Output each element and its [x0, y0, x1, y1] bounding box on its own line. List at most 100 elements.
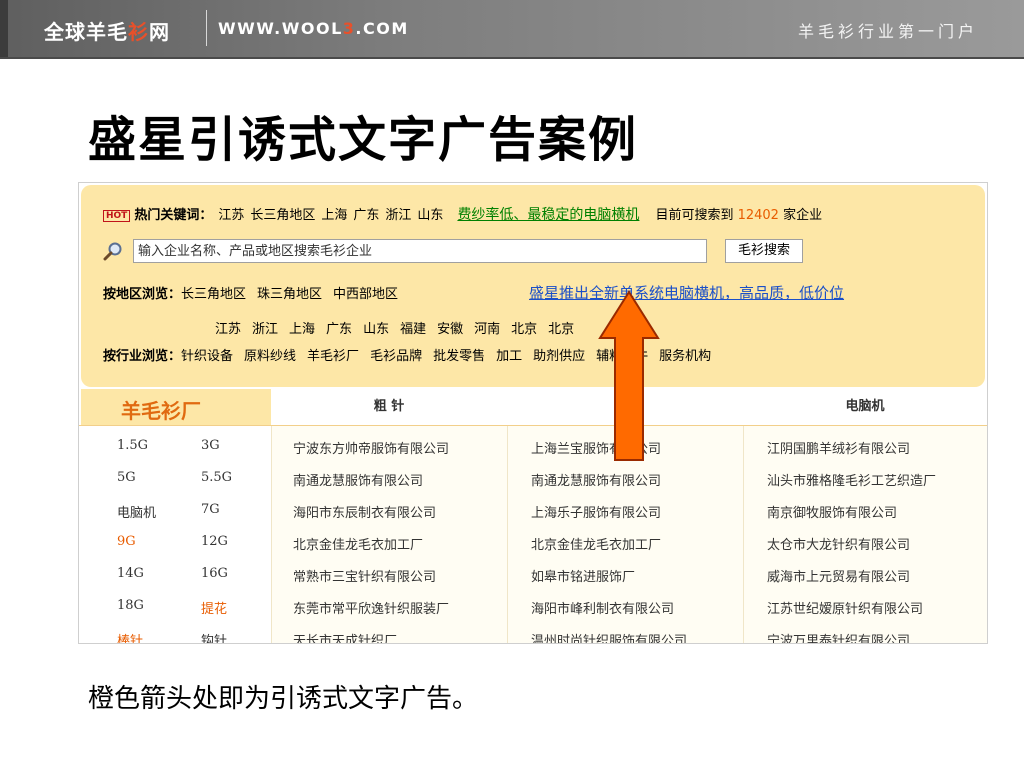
- region-link[interactable]: 珠三角地区: [257, 287, 322, 302]
- industry-link[interactable]: 加工: [496, 349, 522, 364]
- search-button[interactable]: 毛衫搜索: [725, 239, 804, 263]
- region-browse-label: 按地区浏览：: [103, 287, 182, 302]
- gauge-link[interactable]: 钩针: [201, 630, 227, 643]
- url-part: .COM: [355, 19, 409, 38]
- province-link[interactable]: 安徽: [437, 322, 463, 337]
- company-link[interactable]: 常熟市三宝针织有限公司: [293, 566, 436, 585]
- province-link[interactable]: 福建: [400, 322, 426, 337]
- website-screenshot: HOT 热门关键词： 江苏 长三角地区 上海 广东 浙江 山东 费纱率低、最稳定的电脑横机 目前可…: [78, 182, 988, 644]
- site-name-part: 网: [149, 20, 170, 44]
- hot-keyword-list: 江苏 长三角地区 上海 广东 浙江 山东: [212, 208, 443, 223]
- company-link[interactable]: 南京御牧服饰有限公司: [767, 502, 897, 521]
- gauge-link[interactable]: 1.5G: [117, 438, 148, 453]
- company-link[interactable]: 江苏世纪嫒原针织有限公司: [767, 598, 923, 617]
- company-link[interactable]: 宁波东方帅帝服饰有限公司: [293, 438, 449, 457]
- count-suffix: 家企业: [783, 208, 823, 223]
- company-link[interactable]: 北京金佳龙毛衣加工厂: [531, 534, 661, 553]
- gauge-link[interactable]: 16G: [201, 566, 228, 581]
- gauge-link[interactable]: 3G: [201, 438, 220, 453]
- site-banner: 全球羊毛衫网 WWW.WOOL3.COM 羊毛衫行业第一门户: [0, 0, 1024, 59]
- gauge-link[interactable]: 12G: [201, 534, 228, 549]
- orange-arrow-icon: [598, 290, 660, 461]
- industry-browse-label: 按行业浏览：: [103, 349, 182, 364]
- column-header: 电脑机: [845, 399, 885, 414]
- search-row: 输入企业名称、产品或地区搜索毛衫企业 毛衫搜索: [103, 239, 804, 263]
- company-link[interactable]: 天长市天成针织厂: [293, 630, 397, 643]
- site-logo[interactable]: 全球羊毛衫网: [44, 16, 170, 45]
- tab-label: 羊毛衫厂: [121, 399, 201, 423]
- gauge-link[interactable]: 18G: [117, 598, 144, 613]
- promo-link-blue[interactable]: 盛星推出全新单系统电脑横机，高品质，低价位: [529, 282, 844, 303]
- region-link[interactable]: 长三角地区: [181, 287, 246, 302]
- gauge-link[interactable]: 提花: [201, 598, 227, 617]
- industry-link[interactable]: 毛衫品牌: [370, 349, 422, 364]
- tab-sweater-factory[interactable]: 羊毛衫厂: [81, 389, 271, 425]
- gauge-link[interactable]: 9G: [117, 534, 136, 549]
- hot-keyword-link[interactable]: 江苏: [218, 208, 244, 223]
- hot-keywords-row: HOT 热门关键词： 江苏 长三角地区 上海 广东 浙江 山东 费纱率低、最稳定的电脑横机 目前可…: [103, 204, 822, 224]
- province-link[interactable]: 河南: [474, 322, 500, 337]
- province-link[interactable]: 江苏: [215, 322, 241, 337]
- region-link[interactable]: 中西部地区: [333, 287, 398, 302]
- province-link[interactable]: 浙江: [252, 322, 278, 337]
- search-panel: HOT 热门关键词： 江苏 长三角地区 上海 广东 浙江 山东 费纱率低、最稳定的电脑横机 目前可…: [81, 185, 985, 387]
- company-link[interactable]: 北京金佳龙毛衣加工厂: [293, 534, 423, 553]
- category-tabs: 羊毛衫厂 粗 针 针 电脑机: [79, 389, 987, 426]
- company-link[interactable]: 宁波万里泰针织有限公司: [767, 630, 910, 643]
- hot-keyword-link[interactable]: 浙江: [385, 208, 411, 223]
- search-icon: [103, 241, 123, 261]
- url-part: WWW.WOOL: [218, 19, 343, 38]
- hot-badge: HOT: [103, 210, 131, 222]
- province-link[interactable]: 北京: [511, 322, 537, 337]
- hot-keywords-label: 热门关键词：: [134, 208, 213, 223]
- promo-link-green[interactable]: 费纱率低、最稳定的电脑横机: [457, 207, 639, 223]
- province-link[interactable]: 山东: [363, 322, 389, 337]
- region-list: 长三角地区 珠三角地区 中西部地区: [181, 287, 409, 302]
- hot-keyword-link[interactable]: 广东: [353, 208, 379, 223]
- gauge-link[interactable]: 7G: [201, 502, 220, 517]
- province-link[interactable]: 广东: [326, 322, 352, 337]
- industry-link[interactable]: 批发零售: [433, 349, 485, 364]
- company-link[interactable]: 太仓市大龙针织有限公司: [767, 534, 910, 553]
- gauge-link[interactable]: 5G: [117, 470, 136, 485]
- gauge-link[interactable]: 棒针: [117, 630, 143, 643]
- hot-keyword-link[interactable]: 山东: [417, 208, 443, 223]
- gauge-link[interactable]: 电脑机: [117, 502, 156, 521]
- count-prefix: 目前可搜索到: [655, 208, 734, 223]
- gauge-link[interactable]: 14G: [117, 566, 144, 581]
- region-browse-row: 按地区浏览：长三角地区 珠三角地区 中西部地区: [103, 283, 409, 302]
- enterprise-count: 目前可搜索到 12402 家企业: [655, 208, 822, 223]
- gauge-link[interactable]: 5.5G: [201, 470, 232, 485]
- slide-title: 盛星引诱式文字广告案例: [88, 112, 639, 168]
- company-link[interactable]: 海阳市东辰制衣有限公司: [293, 502, 436, 521]
- province-link[interactable]: 上海: [289, 322, 315, 337]
- industry-link[interactable]: 助剂供应: [533, 349, 585, 364]
- site-url[interactable]: WWW.WOOL3.COM: [218, 19, 409, 38]
- industry-link[interactable]: 原料纱线: [244, 349, 296, 364]
- search-input[interactable]: 输入企业名称、产品或地区搜索毛衫企业: [133, 239, 707, 263]
- site-name-part: 全球羊毛: [44, 20, 128, 44]
- banner-edge: [0, 0, 8, 57]
- company-link[interactable]: 东莞市常平欣逸针织服装厂: [293, 598, 449, 617]
- hot-keyword-link[interactable]: 上海: [321, 208, 347, 223]
- banner-divider: [206, 10, 207, 46]
- company-link[interactable]: 汕头市雅格隆毛衫工艺织造厂: [767, 470, 936, 489]
- company-link[interactable]: 江阴国鹏羊绒衫有限公司: [767, 438, 910, 457]
- slide-caption: 橙色箭头处即为引诱式文字广告。: [88, 684, 479, 714]
- company-link[interactable]: 威海市上元贸易有限公司: [767, 566, 910, 585]
- industry-link[interactable]: 羊毛衫厂: [307, 349, 359, 364]
- url-highlight: 3: [342, 19, 356, 38]
- company-link[interactable]: 南通龙慧服饰有限公司: [293, 470, 423, 489]
- company-link[interactable]: 上海乐子服饰有限公司: [531, 502, 661, 521]
- industry-link[interactable]: 针织设备: [181, 349, 233, 364]
- company-link[interactable]: 温州时尚针织服饰有限公司: [531, 630, 687, 643]
- company-link[interactable]: 南通龙慧服饰有限公司: [531, 470, 661, 489]
- company-link[interactable]: 如皋市铭进服饰厂: [531, 566, 635, 585]
- province-link[interactable]: 北京: [548, 322, 574, 337]
- industry-link[interactable]: 服务机构: [659, 349, 711, 364]
- count-value: 12402: [737, 208, 779, 223]
- company-link[interactable]: 海阳市峰利制衣有限公司: [531, 598, 674, 617]
- site-name-highlight: 衫: [128, 20, 149, 44]
- province-list: 江苏 浙江 上海 广东 山东 福建 安徽 河南 北京 北京: [215, 318, 585, 337]
- hot-keyword-link[interactable]: 长三角地区: [250, 208, 315, 223]
